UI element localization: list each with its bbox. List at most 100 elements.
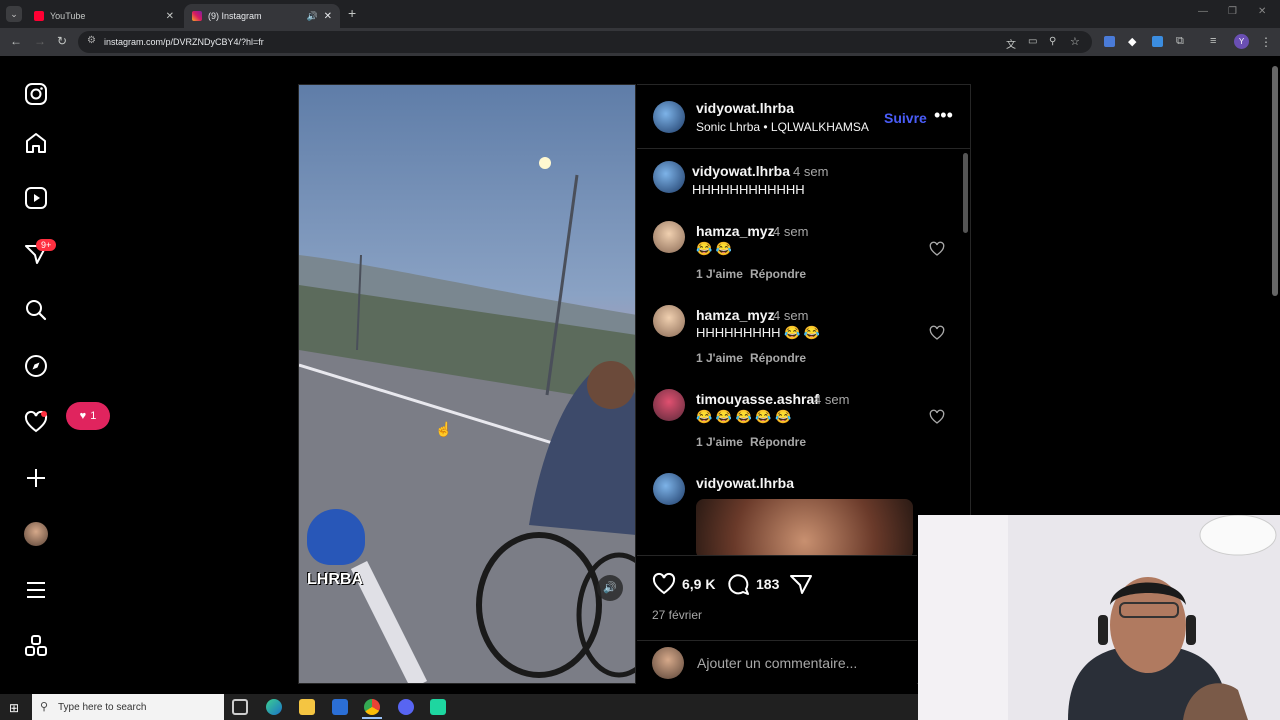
reels-icon[interactable] bbox=[22, 184, 50, 212]
author-avatar[interactable] bbox=[653, 101, 685, 133]
like-comment-heart-icon[interactable] bbox=[929, 241, 945, 257]
comment-likes[interactable]: 1 J'aime bbox=[696, 351, 743, 365]
forward-icon[interactable]: → bbox=[34, 34, 46, 48]
audio-playing-icon[interactable]: 🔊 bbox=[307, 11, 318, 22]
like-comment-heart-icon[interactable] bbox=[929, 325, 945, 341]
page-scrollbar[interactable] bbox=[1272, 66, 1278, 296]
profile-avatar[interactable] bbox=[22, 520, 50, 548]
notification-count: 1 bbox=[90, 410, 97, 422]
share-icon[interactable] bbox=[789, 572, 813, 596]
add-comment-input[interactable]: Ajouter un commentaire... bbox=[697, 655, 857, 671]
extension-blue-icon[interactable] bbox=[1152, 36, 1163, 47]
reply-button[interactable]: Répondre bbox=[750, 435, 806, 449]
comment-username[interactable]: hamza_myz bbox=[696, 223, 775, 239]
reply-button[interactable]: Répondre bbox=[750, 267, 806, 281]
new-tab-button[interactable]: + bbox=[348, 5, 356, 21]
browser-tab-strip: ⌄ YouTube ✕ (9) Instagram 🔊 ✕ + — ❐ ✕ bbox=[0, 0, 1280, 28]
reading-list-icon[interactable]: ≡ bbox=[1210, 35, 1216, 47]
comment-likes[interactable]: 1 J'aime bbox=[696, 267, 743, 281]
add-comment-row: Ajouter un commentaire... bbox=[637, 640, 917, 686]
youtube-icon bbox=[34, 11, 44, 21]
comment-time: 4 sem bbox=[773, 308, 809, 323]
comment-avatar[interactable] bbox=[653, 473, 685, 505]
comment-likes[interactable]: 1 J'aime bbox=[696, 435, 743, 449]
windows-taskbar: ⊞ ⚲ Type here to search bbox=[0, 694, 918, 720]
follow-button[interactable]: Suivre bbox=[884, 110, 927, 126]
comment-avatar[interactable] bbox=[653, 221, 685, 253]
reply-button[interactable]: Répondre bbox=[750, 351, 806, 365]
also-from-meta-icon[interactable] bbox=[22, 632, 50, 660]
comments-list: vidyowat.lhrba 4 sem HHHHHHHHHHHH hamza_… bbox=[637, 149, 971, 555]
comment-username[interactable]: vidyowat.lhrba bbox=[696, 475, 794, 491]
site-info-icon[interactable]: ⚙ bbox=[87, 35, 96, 46]
window-close-button[interactable]: ✕ bbox=[1258, 6, 1266, 17]
cast-icon[interactable]: ▭ bbox=[1028, 36, 1037, 47]
profile-avatar[interactable]: Y bbox=[1234, 34, 1249, 49]
post-header: vidyowat.lhrba Sonic Lhrba • LQLWALKHAMS… bbox=[637, 85, 971, 149]
audio-label[interactable]: Sonic Lhrba • LQLWALKHAMSA bbox=[696, 120, 869, 134]
webcam-video bbox=[918, 515, 1280, 720]
file-explorer-icon[interactable] bbox=[299, 699, 315, 715]
likes-count[interactable]: 6,9 K bbox=[682, 576, 715, 592]
instagram-logo-icon[interactable] bbox=[22, 80, 50, 108]
comment-time: 4 sem bbox=[773, 224, 809, 239]
taskbar-search-input[interactable]: ⚲ Type here to search bbox=[32, 694, 224, 720]
extension-diamond-icon[interactable]: ◆ bbox=[1128, 35, 1136, 48]
reel-video[interactable]: LHRBA 🔊 ☝ bbox=[298, 84, 636, 684]
comments-scrollbar[interactable] bbox=[963, 153, 968, 233]
notification-pill[interactable]: ♥ 1 bbox=[66, 402, 110, 430]
like-comment-heart-icon[interactable] bbox=[929, 409, 945, 425]
comment-time: 4 sem bbox=[793, 164, 829, 179]
reload-icon[interactable]: ↻ bbox=[57, 34, 67, 48]
discord-icon[interactable] bbox=[398, 699, 414, 715]
current-user-avatar bbox=[652, 647, 684, 679]
create-plus-icon[interactable] bbox=[22, 464, 50, 492]
extension-translate-icon[interactable] bbox=[1104, 36, 1115, 47]
search-icon: ⚲ bbox=[40, 701, 49, 713]
tab-search-button[interactable]: ⌄ bbox=[6, 6, 22, 22]
home-icon[interactable] bbox=[22, 129, 50, 157]
comment-username[interactable]: vidyowat.lhrba bbox=[692, 163, 790, 179]
comment-avatar[interactable] bbox=[653, 305, 685, 337]
menu-kebab-icon[interactable]: ⋮ bbox=[1260, 35, 1272, 49]
notifications-heart-icon[interactable] bbox=[22, 408, 50, 436]
close-icon[interactable]: ✕ bbox=[324, 11, 332, 22]
instagram-sidebar: 9+ ♥ 1 bbox=[0, 56, 110, 694]
like-heart-icon[interactable] bbox=[652, 572, 676, 596]
more-menu-icon[interactable] bbox=[22, 576, 50, 604]
back-icon[interactable]: ← bbox=[10, 34, 22, 48]
more-options-icon[interactable]: ••• bbox=[934, 105, 953, 126]
comments-count[interactable]: 183 bbox=[756, 576, 779, 592]
comment-bubble-icon[interactable] bbox=[726, 572, 750, 596]
chrome-icon[interactable] bbox=[364, 699, 380, 715]
comment-gif-image[interactable] bbox=[696, 499, 913, 555]
comment-avatar[interactable] bbox=[653, 161, 685, 193]
post-actions: 6,9 K 183 27 février Ajouter un commenta… bbox=[637, 555, 917, 685]
search-icon[interactable] bbox=[22, 296, 50, 324]
chrome-active-indicator bbox=[362, 717, 382, 719]
bookmark-star-icon[interactable]: ☆ bbox=[1070, 35, 1080, 48]
edge-icon[interactable] bbox=[266, 699, 282, 715]
taskbar-search-placeholder: Type here to search bbox=[58, 701, 147, 713]
comment-avatar[interactable] bbox=[653, 389, 685, 421]
close-icon[interactable]: ✕ bbox=[166, 11, 174, 22]
extensions-puzzle-icon[interactable]: ⧉ bbox=[1176, 35, 1184, 48]
restore-button[interactable]: ❐ bbox=[1228, 6, 1237, 17]
author-username[interactable]: vidyowat.lhrba bbox=[696, 100, 794, 116]
task-view-icon[interactable] bbox=[232, 699, 248, 715]
windows-start-icon[interactable]: ⊞ bbox=[9, 701, 19, 715]
translate-icon[interactable]: 文 bbox=[1006, 36, 1016, 51]
explore-compass-icon[interactable] bbox=[22, 352, 50, 380]
comment-text: 😂 😂 😂 😂 😂 bbox=[696, 409, 792, 424]
tab-instagram[interactable]: (9) Instagram 🔊 ✕ bbox=[184, 4, 340, 28]
zoom-icon[interactable]: ⚲ bbox=[1049, 36, 1056, 47]
tab-youtube[interactable]: YouTube ✕ bbox=[26, 4, 182, 28]
app-icon[interactable] bbox=[430, 699, 446, 715]
minimize-button[interactable]: — bbox=[1198, 6, 1208, 17]
comment-username[interactable]: timouyasse.ashraf bbox=[696, 391, 819, 407]
store-icon[interactable] bbox=[332, 699, 348, 715]
mute-toggle-icon[interactable]: 🔊 bbox=[597, 575, 623, 601]
address-bar[interactable]: ⚙ instagram.com/p/DVRZNDyCBY4/?hl=fr bbox=[78, 31, 1092, 53]
comment-username[interactable]: hamza_myz bbox=[696, 307, 775, 323]
webcam-overlay bbox=[918, 515, 1280, 720]
